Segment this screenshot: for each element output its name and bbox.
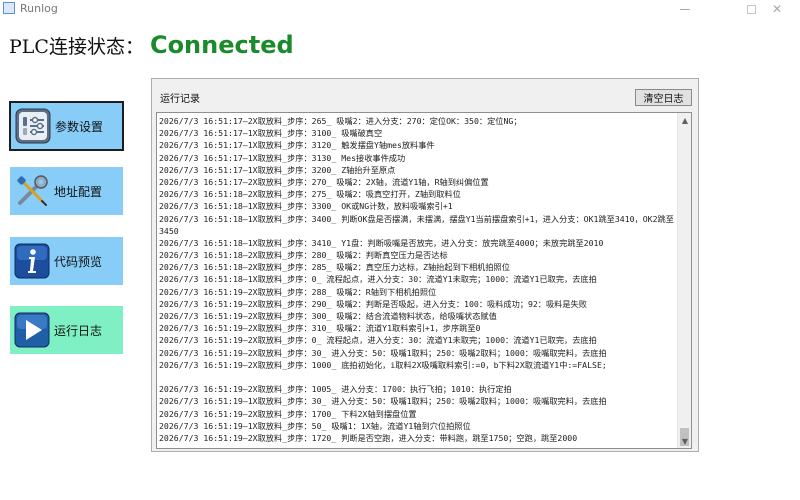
wrench-screwdriver-icon xyxy=(17,175,48,206)
window-title: Runlog xyxy=(20,2,58,15)
log-line: 2026/7/3 16:51:17—2X取放料_步序：270_ 吸嘴2：2X轴，… xyxy=(159,176,489,187)
sidebar-item-label: 运行日志 xyxy=(54,323,103,338)
app-icon xyxy=(3,2,15,14)
clear-log-button[interactable]: 清空日志 xyxy=(635,89,692,106)
log-line: 2026/7/3 16:51:18—2X取放料_步序：275_ 吸嘴2：吸真空打… xyxy=(159,189,461,200)
log-line: 2026/7/3 16:51:18—2X取放料_步序：280_ 吸嘴2：判断真空… xyxy=(159,250,448,261)
sidebar-item-run-log[interactable]: 运行日志 xyxy=(10,306,123,354)
sidebar-item-label: 地址配置 xyxy=(54,184,103,199)
log-scrollbar[interactable]: ▲ ▼ xyxy=(677,113,691,448)
sidebar-item-label: 代码预览 xyxy=(54,254,103,269)
log-lines: 2026/7/3 16:51:17—2X取放料_步序：265_ 吸嘴2：进入分支… xyxy=(159,115,675,444)
log-line: 2026/7/3 16:51:19—2X取放料_步序：1720_ 判断是否空跑，… xyxy=(159,432,578,443)
log-line: 2026/7/3 16:51:19—1X取放料_步序：50_ 吸嘴1：1X轴，流… xyxy=(159,420,471,431)
log-line: 2026/7/3 16:51:17—1X取放料_步序：3200_ Z轴抬升至原点 xyxy=(159,164,396,175)
info-icon xyxy=(14,243,50,279)
log-line: 2026/7/3 16:51:17—1X取放料_步序：3120_ 触发摆盘Y轴m… xyxy=(159,140,435,151)
plc-status-value: Connected xyxy=(149,31,294,59)
log-line: 2026/7/3 16:51:17—2X取放料_步序：265_ 吸嘴2：进入分支… xyxy=(159,116,522,126)
sidebar-item-parameter-settings[interactable]: 参数设置 xyxy=(9,101,124,151)
log-line: 2026/7/3 16:51:19—2X取放料_步序：30_ 进入分支：50：吸… xyxy=(159,347,607,358)
scroll-up-icon[interactable]: ▲ xyxy=(678,113,691,127)
plc-status-row: PLC连接状态： Connected xyxy=(9,31,294,63)
log-line: 2026/7/3 16:51:17—1X取放料_步序：3100_ 吸嘴破真空 xyxy=(159,128,383,139)
log-line: 2026/7/3 16:51:18—1X取放料_步序：0_ 流程起点，进入分支：… xyxy=(159,274,597,285)
log-line: 2026/7/3 16:51:19—2X取放料_步序：0_ 流程起点，进入分支：… xyxy=(159,335,597,346)
run-log-title: 运行记录 xyxy=(160,94,200,105)
settings-sliders-icon xyxy=(15,108,51,144)
log-line: 2026/7/3 16:51:18—2X取放料_步序：285_ 吸嘴2：真空压力… xyxy=(159,262,510,273)
sidebar-item-label: 参数设置 xyxy=(55,119,104,134)
minimize-button[interactable] xyxy=(662,0,708,18)
log-line: 2026/7/3 16:51:19—2X取放料_步序：1700_ 下料2X轴到摆… xyxy=(159,408,417,419)
minimize-icon xyxy=(680,8,690,10)
log-line: 2026/7/3 16:51:19—2X取放料_步序：300_ 吸嘴2：结合流道… xyxy=(159,311,497,322)
run-log-panel: 运行记录 清空日志 2026/7/3 16:51:17—2X取放料_步序：265… xyxy=(151,78,699,452)
sidebar-item-address-config[interactable]: 地址配置 xyxy=(10,167,123,215)
log-line: 2026/7/3 16:51:18—1X取放料_步序：3410_ Y1盘：判断吸… xyxy=(159,237,604,248)
close-icon: ✕ xyxy=(771,2,783,16)
log-line: 2026/7/3 16:51:19—2X取放料_步序：310_ 吸嘴2：流道Y1… xyxy=(159,323,481,334)
play-icon xyxy=(14,312,50,348)
title-bar: Runlog ✕ xyxy=(0,0,800,18)
close-button[interactable]: ✕ xyxy=(754,0,800,18)
log-line: 2026/7/3 16:51:18—1X取放料_步序：3400_ 判断OK盘是否… xyxy=(159,213,674,236)
log-textbox[interactable]: 2026/7/3 16:51:17—2X取放料_步序：265_ 吸嘴2：进入分支… xyxy=(156,112,692,449)
log-line: 2026/7/3 16:51:19—2X取放料_步序：288_ 吸嘴2：R轴到下… xyxy=(159,286,437,297)
log-line: 2026/7/3 16:51:17—1X取放料_步序：3130_ Mes接收事件… xyxy=(159,152,406,163)
log-line: 2026/7/3 16:51:19—2X取放料_步序：1000_ 底拍初始化，i… xyxy=(159,359,607,370)
log-line: 2026/7/3 16:51:19—1X取放料_步序：30_ 进入分支：50：吸… xyxy=(159,396,607,407)
plc-status-label: PLC连接状态： xyxy=(9,36,144,58)
sidebar-item-code-preview[interactable]: 代码预览 xyxy=(10,237,123,285)
log-line: 2026/7/3 16:51:19—2X取放料_步序：290_ 吸嘴2：判断是否… xyxy=(159,298,587,309)
log-line: 2026/7/3 16:51:19—2X取放料_步序：1005_ 进入分支：17… xyxy=(159,384,512,395)
log-line: 2026/7/3 16:51:18—1X取放料_步序：3300_ OK或NG计数… xyxy=(159,201,453,212)
scroll-down-icon[interactable]: ▼ xyxy=(678,434,691,448)
